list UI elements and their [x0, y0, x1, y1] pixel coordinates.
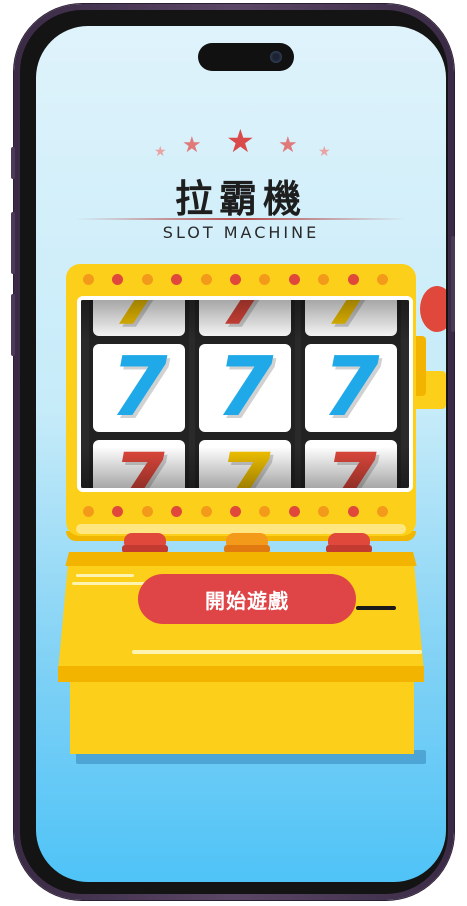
camera-icon — [270, 51, 282, 63]
marquee-bulb — [200, 506, 212, 517]
reel-window: 7 7 7 7 7 7 — [77, 296, 413, 492]
reel-1-top-tile: 7 — [93, 300, 185, 336]
marquee-bulb — [83, 274, 94, 285]
red-push-button-right-base — [326, 545, 372, 553]
app-screen: ★ ★ ★ ★ ★ 拉霸機 SLOT MACHINE 7 7 7 7 7 7 開… — [36, 26, 446, 882]
marquee-bulb — [83, 506, 94, 517]
reel-1: 7 7 7 — [89, 300, 189, 488]
title-chinese: 拉霸機 — [174, 177, 307, 221]
marquee-bulb — [347, 274, 359, 285]
orange-push-button-base — [224, 545, 270, 553]
reel-1-center-tile: 7 — [93, 344, 185, 432]
machine-cabinet-edge — [58, 666, 424, 682]
marquee-bulb — [200, 274, 212, 285]
star-icon: ★ — [154, 144, 167, 160]
phone-frame: ★ ★ ★ ★ ★ 拉霸機 SLOT MACHINE 7 7 7 7 7 7 開… — [11, 4, 455, 900]
marquee-bulb — [230, 274, 241, 285]
reel-1-center-symbol: 7 — [110, 344, 168, 432]
reel-3-bottom-tile: 7 — [305, 440, 397, 488]
reel-3: 7 7 7 — [301, 300, 401, 488]
machine-console-edge — [65, 552, 417, 566]
star-icon: ★ — [278, 133, 298, 158]
dynamic-island — [198, 43, 294, 71]
reel-3-center-symbol: 7 — [322, 344, 380, 432]
coin-slot — [356, 606, 396, 610]
reel-2-bottom-symbol: 7 — [219, 440, 271, 488]
start-game-button[interactable]: 開始遊戲 — [138, 574, 356, 624]
reel-2: 7 7 7 — [195, 300, 295, 488]
red-push-button[interactable] — [122, 533, 168, 553]
title-english: SLOT MACHINE — [162, 223, 320, 242]
action-button — [11, 147, 15, 179]
reel-1-bottom-symbol: 7 — [113, 440, 165, 488]
red-push-button-base — [122, 545, 168, 553]
stars-decoration: ★ ★ ★ ★ ★ — [36, 125, 446, 167]
console-highlight-1 — [76, 574, 134, 577]
star-icon: ★ — [226, 122, 255, 160]
reel-1-bottom-tile: 7 — [93, 440, 185, 488]
reel-1-top-symbol: 7 — [93, 300, 185, 336]
volume-up-button — [11, 212, 15, 274]
marquee-bulb — [377, 274, 388, 285]
marquee-bulb — [288, 274, 300, 285]
reel-2-bottom-tile: 7 — [199, 440, 291, 488]
marquee-bulb — [288, 506, 300, 517]
reel-3-center-tile: 7 — [305, 344, 397, 432]
orange-push-button[interactable] — [224, 533, 270, 553]
reel-3-bottom-symbol: 7 — [325, 440, 377, 488]
marquee-bulb — [347, 506, 359, 517]
marquee-bulb — [230, 506, 241, 517]
title-divider — [76, 218, 406, 220]
console-highlight-3 — [132, 650, 422, 654]
star-icon: ★ — [318, 144, 331, 160]
reel-3-top-tile: 7 — [305, 300, 397, 336]
star-icon: ★ — [182, 133, 202, 158]
console-highlight-2 — [72, 582, 146, 585]
reel-3-top-symbol: 7 — [305, 300, 397, 336]
marquee-bulb — [377, 506, 388, 517]
marquee-bulb — [141, 274, 153, 285]
marquee-bulb — [141, 506, 153, 517]
reel-2-top-tile: 7 — [199, 300, 291, 336]
reel-2-center-symbol: 7 — [216, 344, 274, 432]
reel-2-center-tile: 7 — [199, 344, 291, 432]
lever-knob-icon[interactable] — [420, 286, 446, 332]
reel-2-top-symbol: 7 — [199, 300, 291, 336]
power-button — [451, 236, 455, 332]
volume-down-button — [11, 294, 15, 356]
red-push-button-right[interactable] — [326, 533, 372, 553]
